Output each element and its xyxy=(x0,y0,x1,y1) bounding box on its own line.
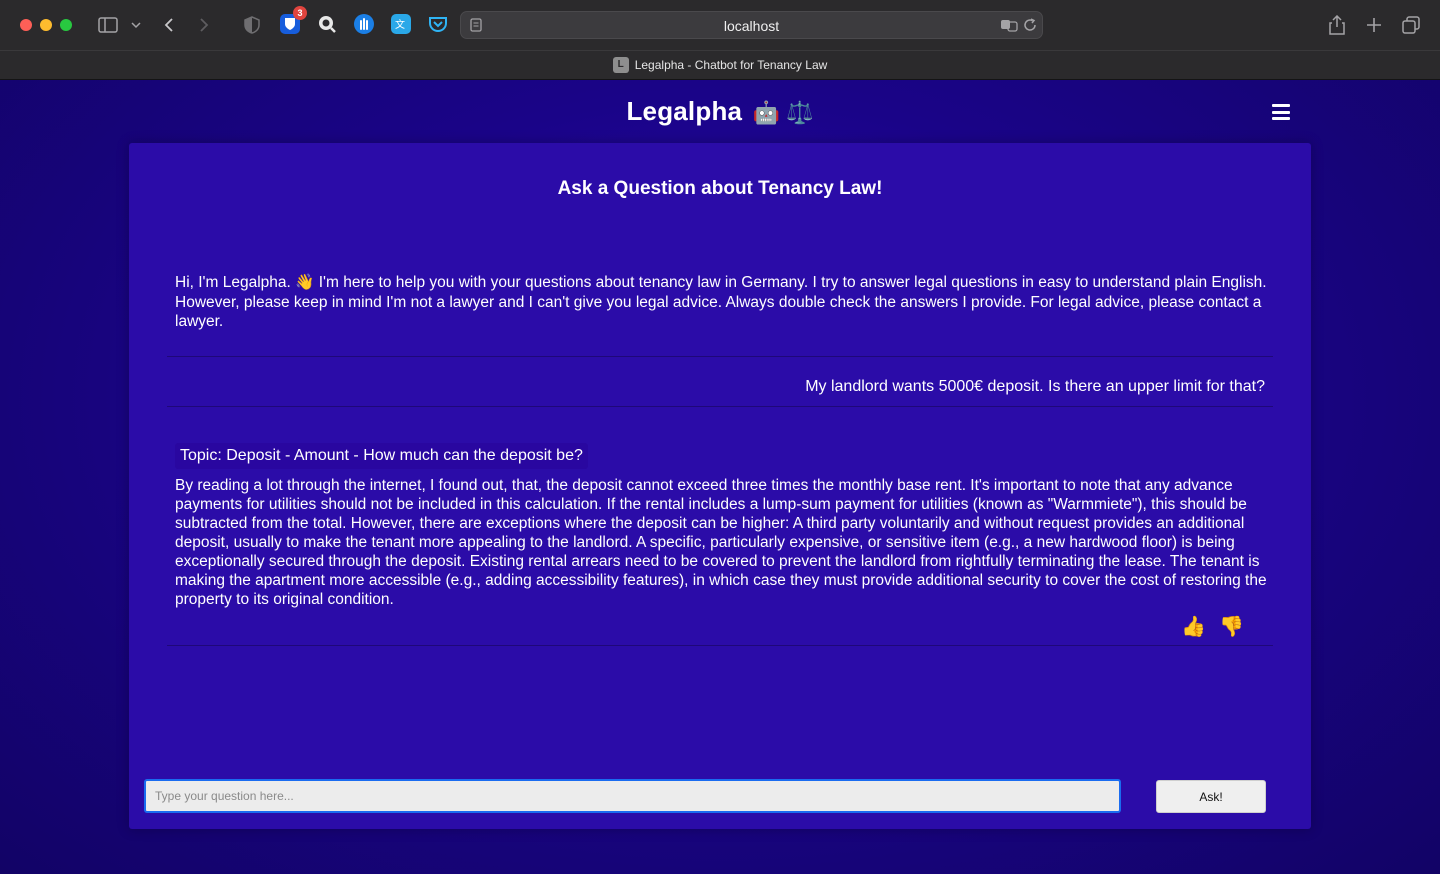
privacy-shield-icon[interactable] xyxy=(240,13,264,37)
thumbs-up-icon[interactable]: 👍 xyxy=(1181,614,1206,639)
extension-badge: 3 xyxy=(293,6,307,20)
share-icon[interactable] xyxy=(1325,13,1349,37)
translate-page-icon[interactable] xyxy=(999,13,1019,37)
reload-icon[interactable] xyxy=(1020,13,1040,37)
new-tab-icon[interactable] xyxy=(1362,13,1386,37)
hand-extension-icon[interactable] xyxy=(354,14,374,34)
favicon: L xyxy=(612,57,629,73)
browser-toolbar: 3 文 localhost xyxy=(0,0,1440,50)
message-divider xyxy=(167,645,1273,646)
url-text: localhost xyxy=(723,18,780,34)
bot-intro-message: Hi, I'm Legalpha. 👋 I'm here to help you… xyxy=(175,274,1267,330)
chat-heading: Ask a Question about Tenancy Law! xyxy=(557,178,883,199)
zoom-window-button[interactable] xyxy=(60,19,72,31)
back-arrow-icon[interactable] xyxy=(157,13,181,37)
message-divider xyxy=(167,356,1273,357)
robot-scale-icon: 🤖 ⚖️ xyxy=(752,100,814,125)
page-background: Legalpha 🤖 ⚖️ Ask a Question about Tenan… xyxy=(0,80,1440,874)
chat-card: Ask a Question about Tenancy Law! Hi, I'… xyxy=(129,143,1311,829)
pocket-extension-icon[interactable] xyxy=(428,14,448,34)
answer-topic-badge: Topic: Deposit - Amount - How much can t… xyxy=(175,443,588,469)
chevron-down-icon[interactable] xyxy=(124,13,148,37)
user-message: My landlord wants 5000€ deposit. Is ther… xyxy=(805,378,1265,395)
app-title: Legalpha xyxy=(626,96,743,126)
tab-bar: L Legalpha - Chatbot for Tenancy Law xyxy=(0,50,1440,80)
sidebar-toggle-icon[interactable] xyxy=(96,13,120,37)
search-extension-icon[interactable] xyxy=(317,14,337,34)
active-tab[interactable]: L Legalpha - Chatbot for Tenancy Law xyxy=(0,57,1440,73)
hamburger-icon[interactable] xyxy=(1272,104,1290,120)
question-input[interactable] xyxy=(144,779,1121,813)
forward-arrow-icon[interactable] xyxy=(192,13,216,37)
app-header: Legalpha 🤖 ⚖️ xyxy=(0,96,1440,127)
tab-overview-icon[interactable] xyxy=(1399,13,1423,37)
svg-text:文: 文 xyxy=(395,18,405,31)
translate-extension-icon[interactable]: 文 xyxy=(391,14,411,34)
ask-button[interactable]: Ask! xyxy=(1156,780,1266,813)
tab-title: Legalpha - Chatbot for Tenancy Law xyxy=(634,58,828,72)
close-window-button[interactable] xyxy=(20,19,32,31)
bot-answer-message: By reading a lot through the internet, I… xyxy=(175,477,1267,608)
address-bar[interactable]: localhost xyxy=(460,11,1043,39)
minimize-window-button[interactable] xyxy=(40,19,52,31)
thumbs-down-icon[interactable]: 👎 xyxy=(1219,614,1244,639)
message-divider xyxy=(167,406,1273,407)
